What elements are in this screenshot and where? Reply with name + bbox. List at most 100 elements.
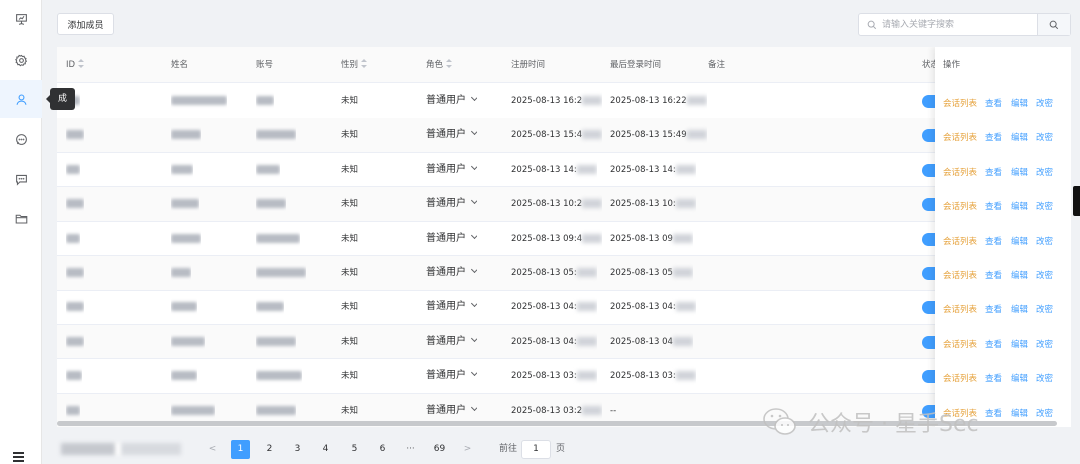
edit-link[interactable]: 编辑 xyxy=(1011,200,1028,212)
search-button[interactable] xyxy=(1037,14,1070,35)
view-link[interactable]: 查看 xyxy=(985,235,1002,247)
chevron-down-icon xyxy=(470,162,477,170)
role-select[interactable]: 普通用户 xyxy=(426,118,477,152)
role-select[interactable]: 普通用户 xyxy=(426,222,477,256)
edit-link[interactable]: 编辑 xyxy=(1011,166,1028,178)
change-password-link[interactable]: 改密 xyxy=(1036,407,1053,419)
cell-gender: 未知 xyxy=(341,130,359,141)
change-password-link[interactable]: 改密 xyxy=(1036,269,1053,281)
table-header: ID 姓名 账号 性别 角色 注册时间 最后登录时间 备注 状态 xyxy=(57,47,1071,83)
cell-id xyxy=(66,325,84,359)
edit-link[interactable]: 编辑 xyxy=(1011,269,1028,281)
edit-link[interactable]: 编辑 xyxy=(1011,235,1028,247)
view-link[interactable]: 查看 xyxy=(985,372,1002,384)
view-link[interactable]: 查看 xyxy=(985,303,1002,315)
change-password-link[interactable]: 改密 xyxy=(1036,97,1053,109)
header-id[interactable]: ID xyxy=(66,47,85,83)
view-link[interactable]: 查看 xyxy=(985,200,1002,212)
session-list-link[interactable]: 会话列表 xyxy=(943,235,977,247)
chevron-down-icon xyxy=(470,265,477,274)
role-select[interactable]: 普通用户 xyxy=(426,359,477,393)
change-password-link[interactable]: 改密 xyxy=(1036,131,1053,143)
page-button[interactable]: 2 xyxy=(260,440,279,459)
session-list-link[interactable]: 会话列表 xyxy=(943,131,977,143)
view-link[interactable]: 查看 xyxy=(985,97,1002,109)
change-password-link[interactable]: 改密 xyxy=(1036,235,1053,247)
edit-link[interactable]: 编辑 xyxy=(1011,97,1028,109)
role-select[interactable]: 普通用户 xyxy=(426,84,477,118)
session-list-link[interactable]: 会话列表 xyxy=(943,166,977,178)
cell-gender: 未知 xyxy=(341,164,359,175)
cell-register-time: 2025-08-13 14: xyxy=(511,153,597,187)
role-select[interactable]: 普通用户 xyxy=(426,153,477,187)
view-link[interactable]: 查看 xyxy=(985,131,1002,143)
add-member-button[interactable]: 添加成员 xyxy=(57,13,114,35)
session-list-link[interactable]: 会话列表 xyxy=(943,200,977,212)
view-link[interactable]: 查看 xyxy=(985,338,1002,350)
role-select[interactable]: 普通用户 xyxy=(426,325,477,359)
edit-link[interactable]: 编辑 xyxy=(1011,407,1028,419)
sidebar-item-dashboard[interactable] xyxy=(0,0,42,38)
cell-account xyxy=(256,222,300,256)
page-button[interactable]: 5 xyxy=(345,440,364,459)
sort-icon[interactable] xyxy=(361,59,368,68)
sort-icon[interactable] xyxy=(446,59,453,68)
change-password-link[interactable]: 改密 xyxy=(1036,338,1053,350)
page-button[interactable]: 3 xyxy=(288,440,307,459)
header-name: 姓名 xyxy=(171,60,189,70)
sidebar-item-messages[interactable] xyxy=(0,160,42,198)
prev-page-button[interactable]: < xyxy=(203,440,222,459)
sort-icon[interactable] xyxy=(78,59,85,68)
goto-page-input[interactable]: 1 xyxy=(521,440,551,459)
cell-name xyxy=(171,84,227,118)
edit-link[interactable]: 编辑 xyxy=(1011,131,1028,143)
edit-link[interactable]: 编辑 xyxy=(1011,372,1028,384)
cell-gender: 未知 xyxy=(341,96,359,106)
session-list-link[interactable]: 会话列表 xyxy=(943,338,977,350)
change-password-link[interactable]: 改密 xyxy=(1036,200,1053,212)
pagination-total xyxy=(61,443,181,455)
collapse-menu-icon[interactable] xyxy=(13,452,27,462)
sidebar-item-files[interactable] xyxy=(0,199,42,237)
cell-name xyxy=(171,325,205,359)
cell-name xyxy=(171,222,201,256)
edge-drawer-handle[interactable] xyxy=(1073,186,1080,216)
session-list-link[interactable]: 会话列表 xyxy=(943,97,977,109)
page-button[interactable]: 69 xyxy=(430,440,449,459)
search-input[interactable] xyxy=(877,14,1037,35)
wechat-icon xyxy=(763,408,796,435)
session-list-link[interactable]: 会话列表 xyxy=(943,269,977,281)
table-row: 未知 普通用户 2025-08-13 16:2 2025-08-13 16:22 xyxy=(57,84,1071,119)
table-row: 未知 普通用户 2025-08-13 09:4 2025-08-13 09 xyxy=(57,222,1071,257)
sidebar-item-settings[interactable] xyxy=(0,41,42,79)
sidebar-item-chat[interactable] xyxy=(0,120,42,158)
chevron-down-icon xyxy=(470,300,477,308)
page-button[interactable]: 1 xyxy=(231,440,250,459)
table-row: 未知 普通用户 2025-08-13 05: 2025-08-13 05 xyxy=(57,256,1071,291)
edit-link[interactable]: 编辑 xyxy=(1011,338,1028,350)
role-select[interactable]: 普通用户 xyxy=(426,290,477,324)
view-link[interactable]: 查看 xyxy=(985,269,1002,281)
change-password-link[interactable]: 改密 xyxy=(1036,372,1053,384)
sidebar xyxy=(0,0,42,464)
cell-id xyxy=(66,290,84,324)
change-password-link[interactable]: 改密 xyxy=(1036,166,1053,178)
cell-account xyxy=(256,256,306,290)
session-list-link[interactable]: 会话列表 xyxy=(943,372,977,384)
edit-link[interactable]: 编辑 xyxy=(1011,303,1028,315)
sidebar-item-members[interactable] xyxy=(0,80,42,118)
page-button[interactable]: 4 xyxy=(316,440,335,459)
view-link[interactable]: 查看 xyxy=(985,166,1002,178)
role-select[interactable]: 普通用户 xyxy=(426,256,477,290)
cell-account xyxy=(256,290,284,324)
page-ellipsis[interactable]: ··· xyxy=(401,440,420,459)
header-gender[interactable]: 性别 xyxy=(341,47,368,83)
role-select[interactable]: 普通用户 xyxy=(426,187,477,221)
change-password-link[interactable]: 改密 xyxy=(1036,303,1053,315)
view-link[interactable]: 查看 xyxy=(985,407,1002,419)
page-button[interactable]: 6 xyxy=(373,440,392,459)
members-table: ID 姓名 账号 性别 角色 注册时间 最后登录时间 备注 状态 未知 普通用户 2… xyxy=(57,47,1071,427)
next-page-button[interactable]: > xyxy=(458,440,477,459)
session-list-link[interactable]: 会话列表 xyxy=(943,303,977,315)
header-role[interactable]: 角色 xyxy=(426,47,453,83)
